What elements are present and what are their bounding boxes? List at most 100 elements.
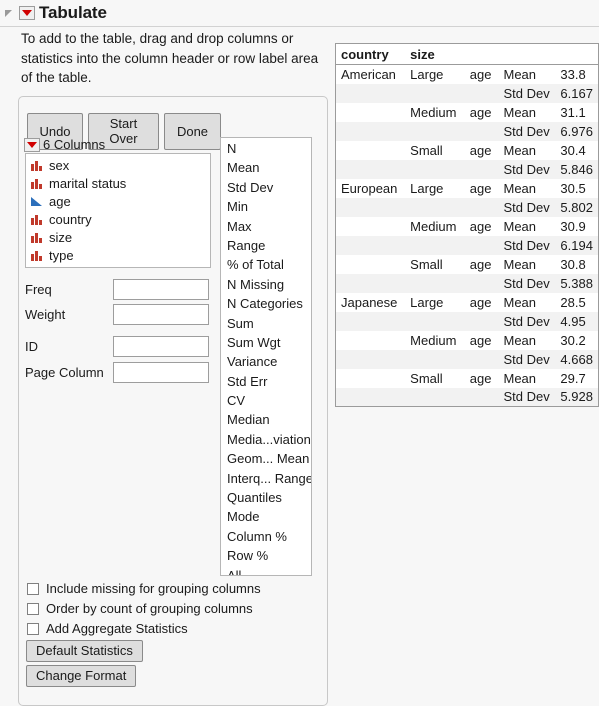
table-header-row: country size (335, 43, 599, 65)
option-include-missing[interactable]: Include missing for grouping columns (27, 581, 261, 596)
cell-size: Large (410, 66, 444, 82)
column-list[interactable]: sex marital status age country size type (25, 153, 211, 268)
cell-size: Medium (410, 332, 457, 348)
statistic-list-item[interactable]: N (221, 139, 311, 158)
cell-statistic: Mean (503, 256, 537, 272)
statistic-list-item[interactable]: Sum Wgt (221, 333, 311, 352)
statistic-list-item[interactable]: N Missing (221, 275, 311, 294)
checkbox-icon[interactable] (27, 582, 39, 595)
cell-variable (464, 121, 499, 141)
option-order-by-count[interactable]: Order by count of grouping columns (27, 601, 253, 616)
column-list-item[interactable]: size (26, 228, 210, 246)
table-row: Medium age Mean 30.9 (336, 217, 599, 236)
cell-size: Large (410, 180, 444, 196)
cell-statistic: Mean (503, 142, 537, 158)
cell-statistic: Mean (503, 332, 537, 348)
cell-statistic: Mean (503, 66, 537, 82)
column-list-item[interactable]: age (26, 192, 210, 210)
cell-variable: age (469, 370, 492, 386)
option-add-aggregate-statistics[interactable]: Add Aggregate Statistics (27, 621, 188, 636)
statistic-list-item[interactable]: Interq... Range (221, 469, 311, 488)
id-input[interactable] (113, 335, 209, 357)
table-body: American Large age Mean 33.8 Std Dev 6.167 Medi… (335, 65, 599, 407)
statistic-list-item[interactable]: Quantiles (221, 488, 311, 507)
statistics-list[interactable]: N Mean Std Dev Min Max Range% of Total N Missi… (220, 137, 312, 576)
statistic-list-item[interactable]: Geom... Mean (221, 449, 311, 468)
cell-country (335, 349, 406, 369)
disclosure-triangle-icon[interactable] (5, 9, 12, 17)
cell-value: 6.194 (555, 235, 599, 255)
statistic-list-item[interactable]: Mean (221, 158, 311, 177)
statistic-list-item[interactable]: Variance (221, 352, 311, 371)
table-row: Std Dev 5.388 (335, 273, 599, 293)
cell-statistic: Std Dev (498, 311, 556, 331)
statistic-list-item[interactable]: Median (221, 410, 311, 429)
checkbox-icon[interactable] (27, 602, 39, 615)
statistic-list-item[interactable]: N Categories (221, 294, 311, 313)
statistic-list-item[interactable]: Row % (221, 546, 311, 565)
cell-value: 5.802 (555, 197, 599, 217)
red-dropdown-icon[interactable] (19, 6, 35, 20)
statistic-list-item[interactable]: Std Err (221, 372, 311, 391)
statistic-list-item[interactable]: Max (221, 217, 311, 236)
cell-value: 5.928 (555, 387, 599, 407)
default-statistics-button[interactable]: Default Statistics (26, 640, 143, 662)
column-header-value[interactable] (555, 43, 599, 65)
columns-panel-header: 6 Columns (24, 137, 105, 152)
cell-size (405, 273, 465, 293)
column-header-variable[interactable] (464, 43, 499, 65)
statistic-list-item[interactable]: Range (221, 236, 311, 255)
cell-size (405, 311, 465, 331)
change-format-button[interactable]: Change Format (26, 665, 137, 687)
nominal-icon (31, 178, 43, 189)
statistic-list-item[interactable]: CV (221, 391, 311, 410)
statistic-list-item[interactable]: Min (221, 197, 311, 216)
column-header-statistic[interactable] (498, 43, 556, 65)
cell-size: Small (410, 370, 443, 386)
freq-input[interactable] (113, 278, 209, 300)
cell-value: 5.388 (555, 273, 599, 293)
table-row: Japanese Large age Mean 28.5 (336, 293, 599, 312)
cell-value: 29.7 (560, 370, 586, 386)
checkbox-icon[interactable] (27, 622, 39, 635)
table-row: Std Dev 4.95 (335, 311, 599, 331)
statistic-list-item[interactable]: Media...viation (221, 430, 311, 449)
column-header-country[interactable]: country (335, 43, 406, 65)
statistic-list-item[interactable]: Std Dev (221, 178, 311, 197)
cell-size (405, 159, 465, 179)
page-title: Tabulate (39, 3, 107, 22)
cell-variable: age (469, 218, 492, 234)
statistic-list-item[interactable]: All (221, 566, 311, 575)
columns-count-label: 6 Columns (43, 137, 106, 152)
cell-variable (464, 197, 499, 217)
column-list-item[interactable]: type (26, 246, 210, 264)
statistic-list-item[interactable]: Sum (221, 314, 311, 333)
cell-value: 28.5 (560, 294, 586, 310)
column-header-size[interactable]: size (405, 43, 465, 65)
table-row: Std Dev 5.802 (335, 197, 599, 217)
done-button[interactable]: Done (164, 113, 221, 150)
weight-input[interactable] (113, 303, 209, 325)
nominal-icon (31, 160, 43, 171)
cell-value: 30.2 (560, 332, 586, 348)
nominal-icon (31, 214, 43, 225)
table-row: Small age Mean 30.8 (336, 255, 599, 274)
statistic-list-item[interactable]: % of Total (221, 255, 311, 274)
cell-value: 30.4 (560, 142, 586, 158)
statistic-list-item[interactable]: Mode (221, 507, 311, 526)
statistic-list-item[interactable]: Column % (221, 527, 311, 546)
page-column-input[interactable] (113, 361, 209, 383)
table-row: Small age Mean 29.7 (336, 369, 599, 388)
columns-dropdown-icon[interactable] (24, 137, 40, 152)
output-table: country size American Large age Mean 33.8 Std… (335, 43, 599, 407)
column-list-item[interactable]: country (26, 210, 210, 228)
column-name-label: type (49, 247, 74, 263)
column-name-label: sex (49, 157, 70, 173)
role-row-page-column: Page Column (25, 361, 209, 383)
cell-value: 30.9 (560, 218, 586, 234)
cell-size (405, 83, 465, 103)
cell-country (335, 387, 406, 407)
column-list-item[interactable]: sex (26, 156, 210, 174)
cell-size: Medium (410, 104, 457, 120)
column-list-item[interactable]: marital status (26, 174, 210, 192)
